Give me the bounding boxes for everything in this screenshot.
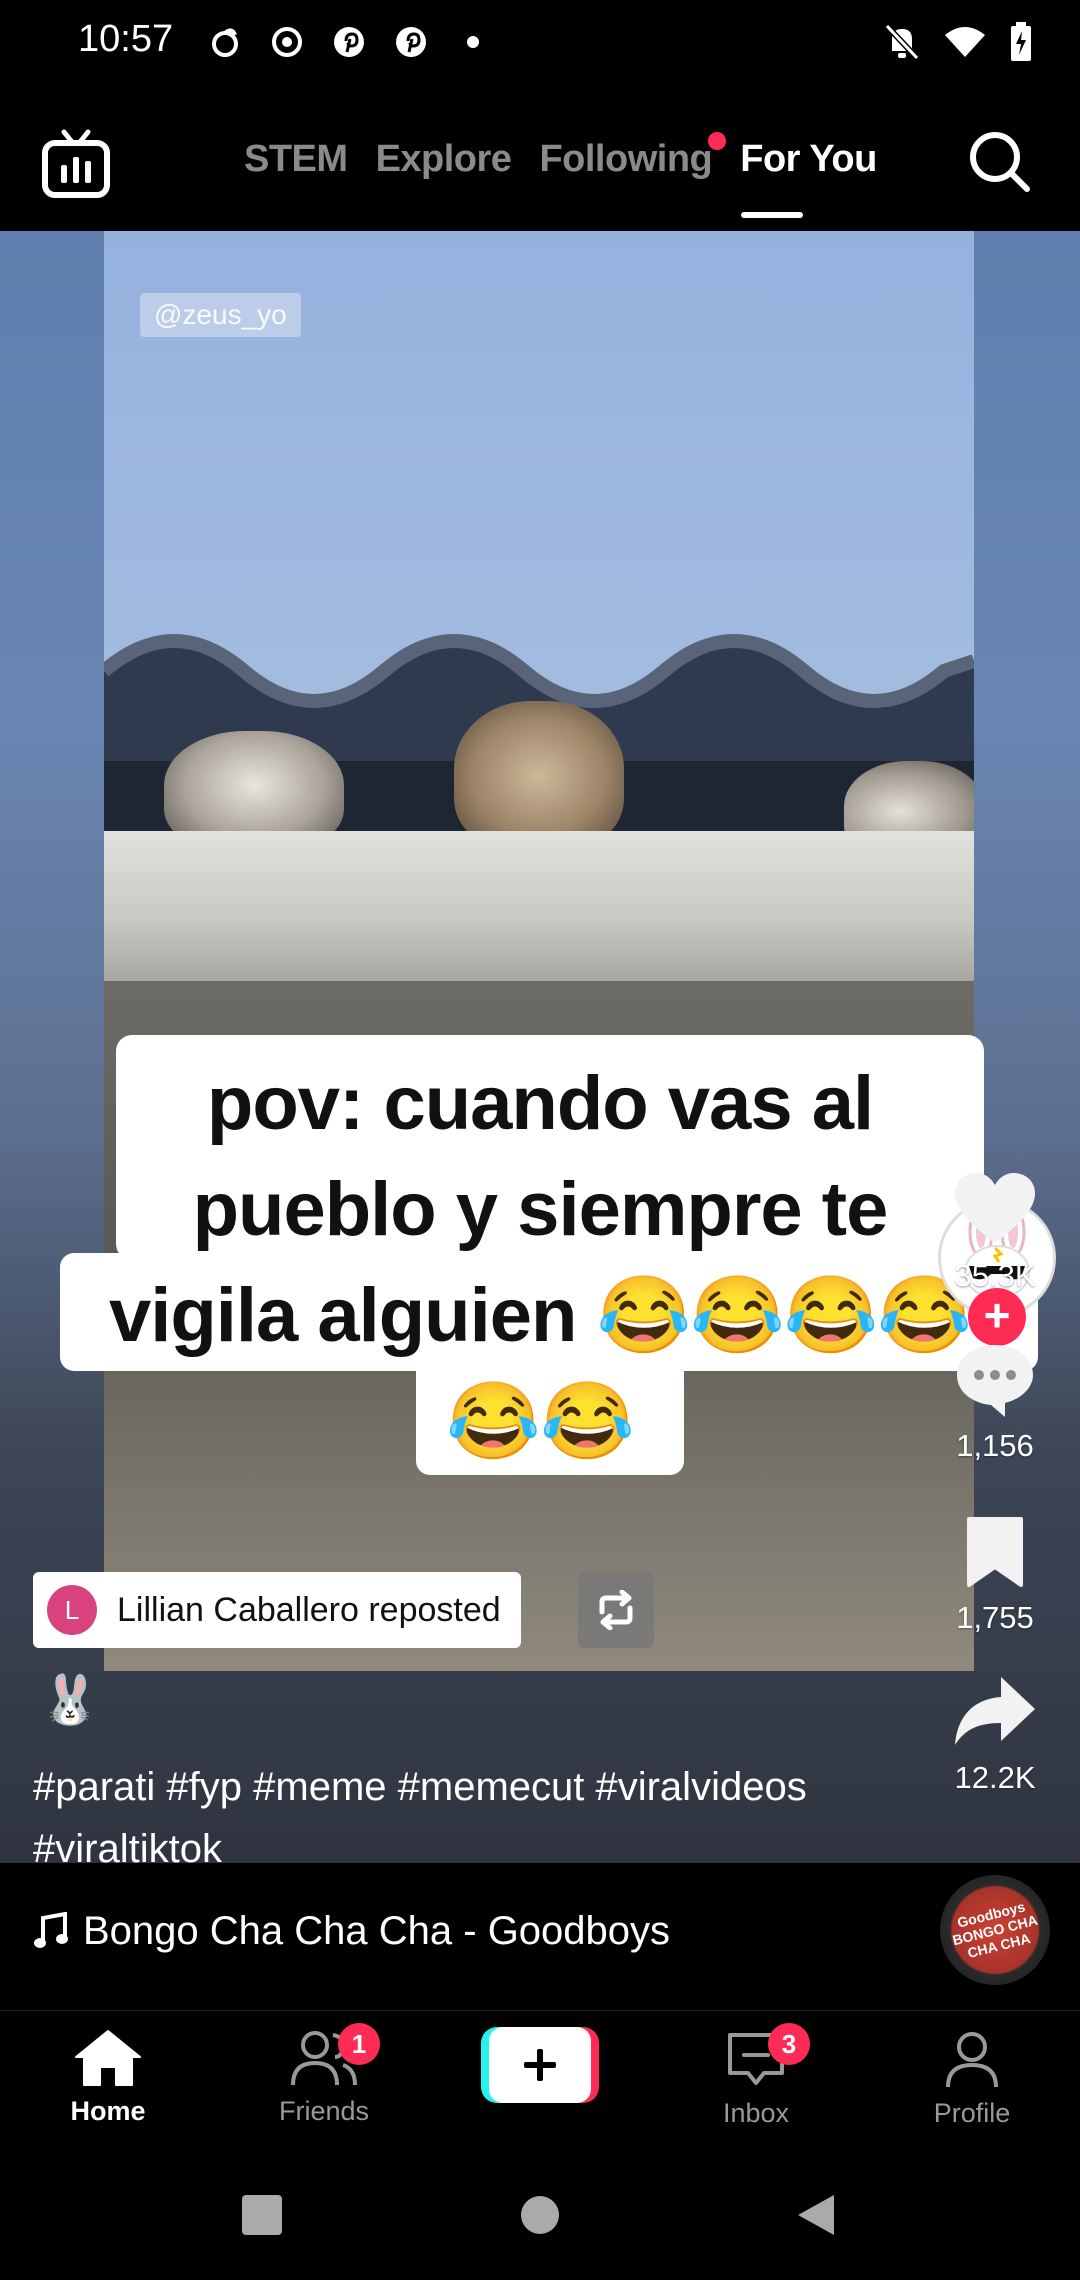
reposter-avatar: L [47, 1585, 97, 1635]
feed-tabs: STEM Explore Following For You [244, 132, 877, 181]
repost-info[interactable]: L Lillian Caballero reposted [33, 1572, 521, 1648]
live-tv-icon [42, 129, 110, 198]
mute-bell-icon [884, 23, 920, 61]
plus-icon [481, 2027, 599, 2103]
pinterest-icon [329, 22, 369, 62]
top-nav: STEM Explore Following For You [0, 86, 1080, 231]
bottom-nav: Home 1 Friends 3 Inbox Profile [0, 2011, 1080, 2151]
create-button[interactable] [481, 2027, 599, 2103]
video-description[interactable]: #parati #fyp #meme #memecut #viralvideos… [33, 1756, 913, 1863]
live-tv-button[interactable] [40, 128, 112, 200]
tab-following-label: Following [539, 138, 713, 180]
kitten-center [454, 701, 624, 851]
tab-explore[interactable]: Explore [376, 138, 512, 181]
home-icon [75, 2030, 141, 2086]
status-time: 10:57 [78, 18, 174, 60]
pinterest-icon-2 [391, 22, 431, 62]
home-button-icon[interactable] [520, 2195, 560, 2235]
back-button-icon[interactable] [796, 2193, 836, 2237]
caption-line-3: vigila alguien 😂😂😂😂 [108, 1273, 972, 1358]
like-action[interactable]: 35.3K [940, 1171, 1050, 1294]
music-bar[interactable]: Bongo Cha Cha Cha - Goodboys Goodboys BO… [0, 1863, 1080, 2011]
more-notifications-dot-icon [453, 22, 493, 62]
record-icon [267, 22, 307, 62]
notification-icons [205, 22, 493, 62]
share-action[interactable]: 12.2K [940, 1673, 1050, 1796]
music-disc[interactable]: Goodboys BONGO CHA CHA CHA [940, 1875, 1050, 1985]
active-tab-indicator [741, 212, 803, 218]
comment-action[interactable]: 1,156 [940, 1341, 1050, 1464]
search-button[interactable] [968, 130, 1032, 194]
heart-icon [955, 1173, 1035, 1243]
repost-label: Lillian Caballero reposted [117, 1590, 501, 1629]
nav-home[interactable]: Home [28, 2029, 188, 2127]
nav-inbox[interactable]: 3 Inbox [676, 2023, 836, 2129]
video-caption: pov: cuando vas al pueblo y siempre te v… [60, 1051, 1020, 1475]
save-count: 1,755 [956, 1600, 1034, 1635]
comment-icon [957, 1345, 1033, 1417]
tab-following[interactable]: Following [539, 132, 727, 181]
tab-stem[interactable]: STEM [244, 138, 348, 181]
caption-line-2: pueblo y siempre te [192, 1167, 889, 1252]
nav-home-label: Home [70, 2096, 146, 2126]
ledge-image [104, 831, 974, 981]
threads-icon [205, 22, 245, 62]
status-bar: 10:57 [0, 0, 1080, 86]
nav-friends[interactable]: 1 Friends [244, 2023, 404, 2127]
video-player[interactable]: @zeus_yo pov: cuando vas al pueblo y sie… [0, 231, 1080, 1863]
comment-count: 1,156 [956, 1428, 1034, 1463]
inbox-badge: 3 [768, 2023, 810, 2065]
author-emoji[interactable]: 🐰 [40, 1671, 100, 1728]
nav-friends-label: Friends [278, 2096, 370, 2126]
music-title: Bongo Cha Cha Cha - Goodboys [83, 1909, 671, 1953]
caption-line-4: 😂😂 [446, 1379, 634, 1464]
repost-button[interactable] [578, 1572, 654, 1648]
tab-for-you[interactable]: For You [740, 138, 877, 181]
bookmark-icon [967, 1517, 1023, 1587]
follow-button[interactable]: + [968, 1288, 1026, 1346]
system-icons [884, 22, 1032, 62]
repost-icon [599, 1590, 633, 1630]
friends-badge: 1 [338, 2023, 380, 2065]
like-count: 35.3K [954, 1258, 1036, 1293]
music-note-icon [34, 1911, 68, 1948]
music-info[interactable]: Bongo Cha Cha Cha - Goodboys [33, 1909, 670, 1954]
nav-profile[interactable]: Profile [892, 2029, 1052, 2129]
caption-line-1: pov: cuando vas al [206, 1061, 874, 1146]
nav-inbox-label: Inbox [722, 2098, 790, 2128]
battery-charging-icon [1011, 22, 1031, 61]
new-content-dot [708, 132, 727, 150]
profile-icon [946, 2032, 998, 2088]
nav-profile-label: Profile [933, 2098, 1011, 2128]
recents-button-icon[interactable] [242, 2195, 282, 2235]
save-action[interactable]: 1,755 [940, 1515, 1050, 1636]
wifi-icon [945, 27, 985, 57]
video-watermark: @zeus_yo [140, 293, 301, 337]
share-arrow-icon [955, 1677, 1035, 1745]
search-icon [970, 132, 1030, 192]
share-count: 12.2K [954, 1760, 1036, 1795]
music-disc-label: Goodboys BONGO CHA CHA CHA [950, 1898, 1040, 1962]
system-navigation [0, 2151, 1080, 2280]
